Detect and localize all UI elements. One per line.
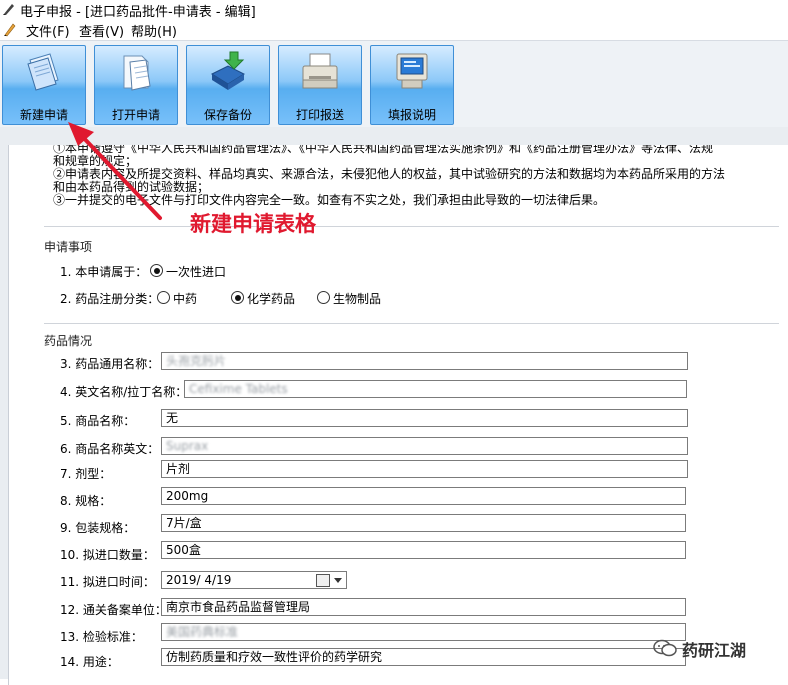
fill-instructions-button[interactable]: 填报说明	[370, 45, 454, 125]
open-doc-icon	[123, 55, 151, 91]
annotation-arrow	[68, 122, 162, 220]
biological-product-label: 生物制品	[333, 292, 382, 306]
printer-icon	[302, 53, 338, 89]
biological-product-radio[interactable]	[317, 291, 330, 304]
watermark: 药研江湖	[652, 636, 782, 660]
calendar-icon[interactable]	[316, 574, 330, 587]
app-menu-icon[interactable]	[2, 21, 18, 37]
window-title: 电子申报 - [进口药品批件-申请表 - 编辑]	[20, 5, 256, 20]
one-time-import-label: 一次性进口	[166, 265, 227, 279]
import-qty-input[interactable]: 500盒	[161, 541, 686, 559]
trade-name-input[interactable]: 无	[161, 409, 688, 427]
field-label-generic-name: 3. 药品通用名称：	[60, 357, 160, 371]
field-label-customs-unit: 12. 通关备案单位：	[60, 603, 167, 617]
field-label-purpose: 14. 用途：	[60, 655, 119, 669]
field-label-import-date: 11. 拟进口时间：	[60, 575, 155, 589]
package-input[interactable]: 7片/盒	[161, 514, 686, 532]
import-date-picker[interactable]: 2019/ 4/19	[161, 571, 347, 589]
menu-bar: 文件(F) 查看(V) 帮助(H)	[0, 19, 788, 40]
print-submit-label: 打印报送	[295, 108, 344, 122]
field-label-trade-name: 5. 商品名称：	[60, 414, 136, 428]
save-backup-button[interactable]: 保存备份	[186, 45, 270, 125]
menu-file[interactable]: 文件(F)	[26, 21, 70, 40]
print-submit-button[interactable]: 打印报送	[278, 45, 362, 125]
application-section-title: 申请事项	[44, 240, 93, 254]
menu-view[interactable]: 查看(V)	[79, 21, 124, 40]
field-label-spec: 8. 规格：	[60, 494, 112, 508]
field-label-dosage-form: 7. 剂型：	[60, 467, 112, 481]
toolbar: 新建申请 打开申请 保存备份 打印报送 填报说明	[0, 40, 788, 127]
new-application-button[interactable]: 新建申请	[2, 45, 86, 125]
import-date-value: 2019/ 4/19	[166, 573, 232, 587]
tcm-label: 中药	[173, 292, 198, 306]
field-label-package: 9. 包装规格：	[60, 521, 136, 535]
app-pen-icon	[3, 4, 14, 15]
fill-instructions-label: 填报说明	[387, 108, 436, 122]
trade-name-en-input[interactable]: Suprax	[161, 437, 688, 455]
chemical-drug-label: 化学药品	[247, 292, 296, 306]
menu-help[interactable]: 帮助(H)	[131, 21, 177, 40]
field-label-test-standard: 13. 检验标准：	[60, 630, 143, 644]
customs-unit-input[interactable]: 南京市食品药品监督管理局	[161, 598, 686, 616]
field-label-import-qty: 10. 拟进口数量：	[60, 548, 155, 562]
save-backup-icon	[210, 51, 246, 90]
purpose-input[interactable]: 仿制药质量和疗效一致性评价的药学研究	[161, 648, 686, 666]
q1-label: 1. 本申请属于：	[60, 265, 148, 279]
q2-label: 2. 药品注册分类：	[60, 292, 160, 306]
open-application-button[interactable]: 打开申请	[94, 45, 178, 125]
test-standard-input[interactable]: 美国药典标准	[161, 623, 686, 641]
new-doc-icon	[27, 53, 59, 91]
tcm-radio[interactable]	[157, 291, 170, 304]
drug-section-title: 药品情况	[44, 334, 93, 348]
field-label-english-name: 4. 英文名称/拉丁名称：	[60, 385, 188, 399]
one-time-import-radio[interactable]	[150, 264, 163, 277]
field-label-trade-name-en: 6. 商品名称英文：	[60, 442, 160, 456]
section-divider	[44, 323, 779, 324]
title-bar: 电子申报 - [进口药品批件-申请表 - 编辑]	[0, 0, 788, 20]
save-backup-label: 保存备份	[203, 108, 252, 122]
watermark-text: 药研江湖	[682, 641, 747, 660]
dosage-form-input[interactable]: 片剂	[161, 460, 688, 478]
dropdown-arrow-icon[interactable]	[334, 578, 342, 583]
english-name-input[interactable]: Cefixime Tablets	[184, 380, 687, 398]
wechat-icon	[653, 639, 677, 657]
chemical-drug-radio[interactable]	[231, 291, 244, 304]
help-monitor-icon	[396, 53, 428, 89]
annotation-label: 新建申请表格	[190, 212, 316, 236]
generic-name-input[interactable]: 头孢克肟片	[161, 352, 688, 370]
spec-input[interactable]: 200mg	[161, 487, 686, 505]
